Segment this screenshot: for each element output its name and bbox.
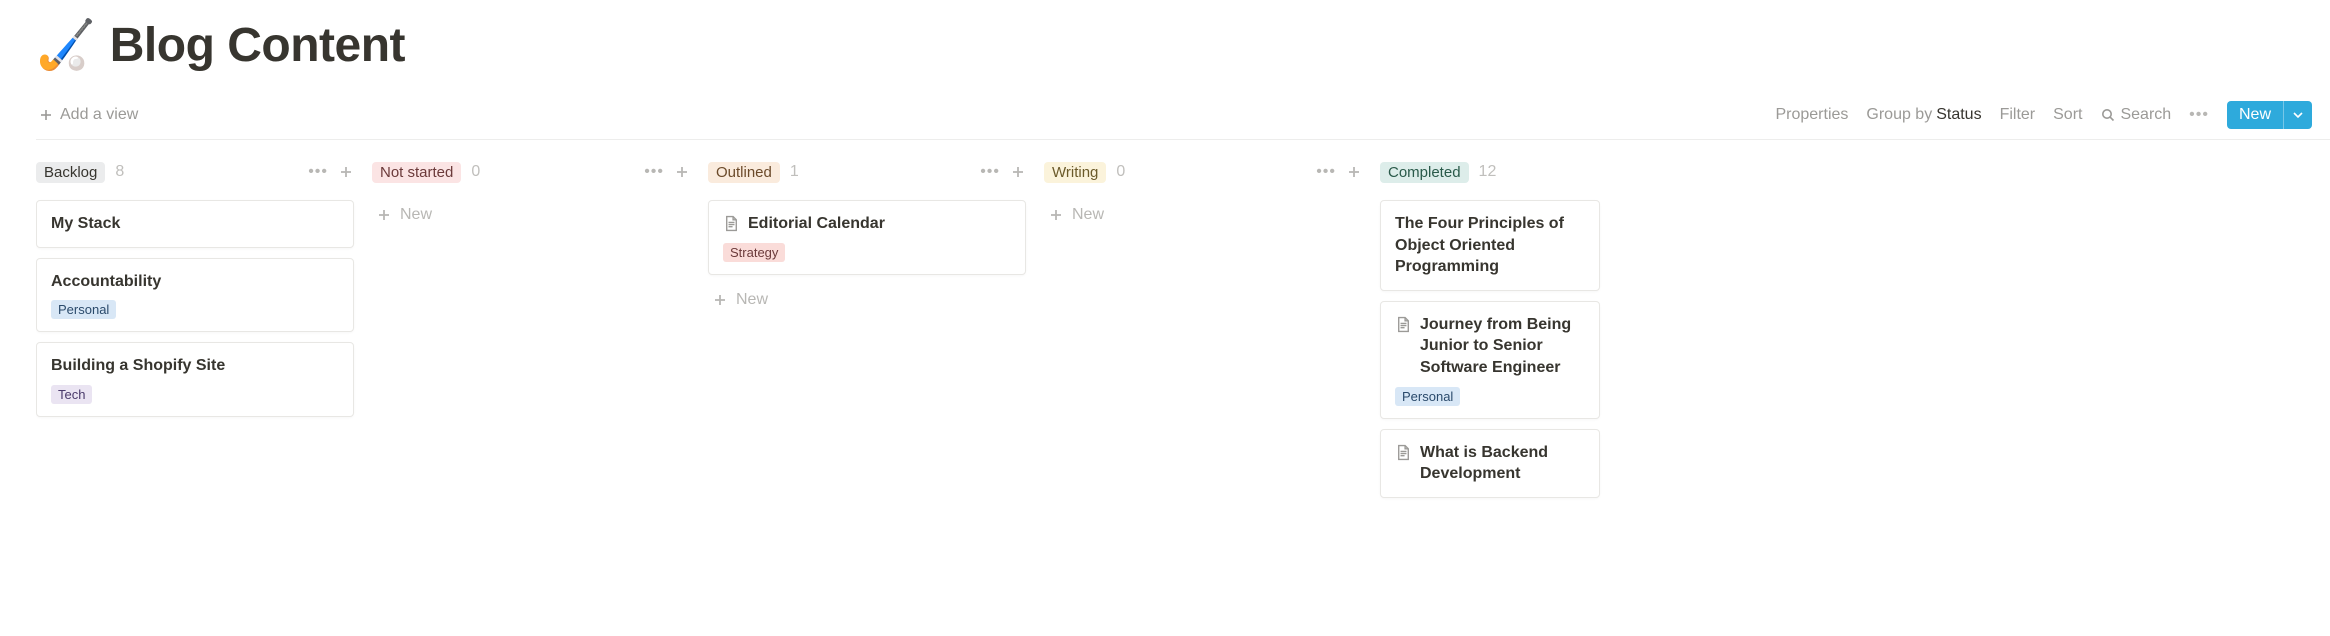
column-actions: ••• [308,163,354,181]
column-header: Backlog 8 ••• [36,158,354,186]
add-card-label: New [1072,206,1104,224]
add-card-label: New [736,291,768,309]
column-add-button[interactable] [674,164,690,180]
tag: Tech [51,385,92,404]
ellipsis-icon: ••• [2189,106,2209,124]
filter-button[interactable]: Filter [2000,106,2036,124]
status-pill[interactable]: Outlined [708,162,780,183]
card-tags: Personal [51,300,339,319]
board-column: Backlog 8 ••• My Stack Accountability Persona… [36,158,354,508]
board-card[interactable]: My Stack [36,200,354,248]
add-card-button[interactable]: New [372,200,690,230]
group-by-button[interactable]: Group by Status [1866,106,1981,124]
board-card[interactable]: Journey from Being Junior to Senior Soft… [1380,301,1600,419]
kanban-board: Backlog 8 ••• My Stack Accountability Persona… [36,140,2330,508]
card-title: Editorial Calendar [748,213,885,235]
new-button-dropdown[interactable] [2283,101,2312,129]
new-button-label: New [2239,106,2271,124]
new-button[interactable]: New [2227,101,2312,129]
plus-icon [376,207,392,223]
card-title: What is Backend Development [1420,442,1585,485]
search-icon [2100,107,2116,123]
column-actions: ••• [644,163,690,181]
plus-icon [1010,164,1026,180]
add-view-label: Add a view [60,106,138,124]
status-pill[interactable]: Backlog [36,162,105,183]
board-column: Not started 0 ••• New [372,158,690,508]
board-column: Completed 12 The Four Principles of Object… [1380,158,1600,508]
properties-button[interactable]: Properties [1775,106,1848,124]
page-icon: 🏑 [36,22,96,70]
card-tags: Strategy [723,243,1011,262]
column-header: Not started 0 ••• [372,158,690,186]
board-column: Writing 0 ••• New [1044,158,1362,508]
plus-icon [38,107,54,123]
column-add-button[interactable] [1010,164,1026,180]
card-title: Accountability [51,271,161,293]
column-count: 8 [115,163,124,181]
status-pill[interactable]: Completed [1380,162,1469,183]
card-tags: Personal [1395,387,1585,406]
column-add-button[interactable] [1346,164,1362,180]
card-title: Building a Shopify Site [51,355,225,377]
column-count: 0 [1116,163,1125,181]
column-header: Outlined 1 ••• [708,158,1026,186]
card-tags: Tech [51,385,339,404]
card-title: Journey from Being Junior to Senior Soft… [1420,314,1585,379]
card-title: The Four Principles of Object Oriented P… [1395,213,1585,278]
add-card-label: New [400,206,432,224]
add-card-button[interactable]: New [1044,200,1362,230]
search-button[interactable]: Search [2100,106,2171,124]
card-title: My Stack [51,213,120,235]
board-card[interactable]: Building a Shopify Site Tech [36,342,354,417]
sort-button[interactable]: Sort [2053,106,2082,124]
plus-icon [674,164,690,180]
more-menu-button[interactable]: ••• [2189,106,2209,124]
plus-icon [1048,207,1064,223]
board-card[interactable]: What is Backend Development [1380,429,1600,498]
chevron-down-icon [2292,109,2304,121]
board-column: Outlined 1 ••• Editorial Calendar Strategy Ne… [708,158,1026,508]
group-by-value: Status [1936,106,1981,124]
column-count: 12 [1479,163,1497,181]
tag: Personal [1395,387,1460,406]
column-header: Writing 0 ••• [1044,158,1362,186]
column-add-button[interactable] [338,164,354,180]
status-pill[interactable]: Not started [372,162,461,183]
page-title: Blog Content [110,18,405,73]
board-card[interactable]: Accountability Personal [36,258,354,333]
page-icon [1395,444,1412,461]
view-toolbar: Add a view Properties Group by Status Fi… [36,101,2330,140]
page-icon [1395,316,1412,333]
page-header: 🏑 Blog Content [36,18,2330,73]
column-count: 1 [790,163,799,181]
board-card[interactable]: Editorial Calendar Strategy [708,200,1026,275]
add-card-button[interactable]: New [708,285,1026,315]
board-card[interactable]: The Four Principles of Object Oriented P… [1380,200,1600,291]
column-more-button[interactable]: ••• [1316,163,1336,181]
column-count: 0 [471,163,480,181]
column-more-button[interactable]: ••• [980,163,1000,181]
column-actions: ••• [1316,163,1362,181]
tag: Strategy [723,243,785,262]
plus-icon [338,164,354,180]
add-view-button[interactable]: Add a view [36,102,140,128]
page-icon [723,215,740,232]
column-actions: ••• [980,163,1026,181]
column-header: Completed 12 [1380,158,1600,186]
plus-icon [712,292,728,308]
tag: Personal [51,300,116,319]
column-more-button[interactable]: ••• [308,163,328,181]
column-more-button[interactable]: ••• [644,163,664,181]
plus-icon [1346,164,1362,180]
status-pill[interactable]: Writing [1044,162,1106,183]
